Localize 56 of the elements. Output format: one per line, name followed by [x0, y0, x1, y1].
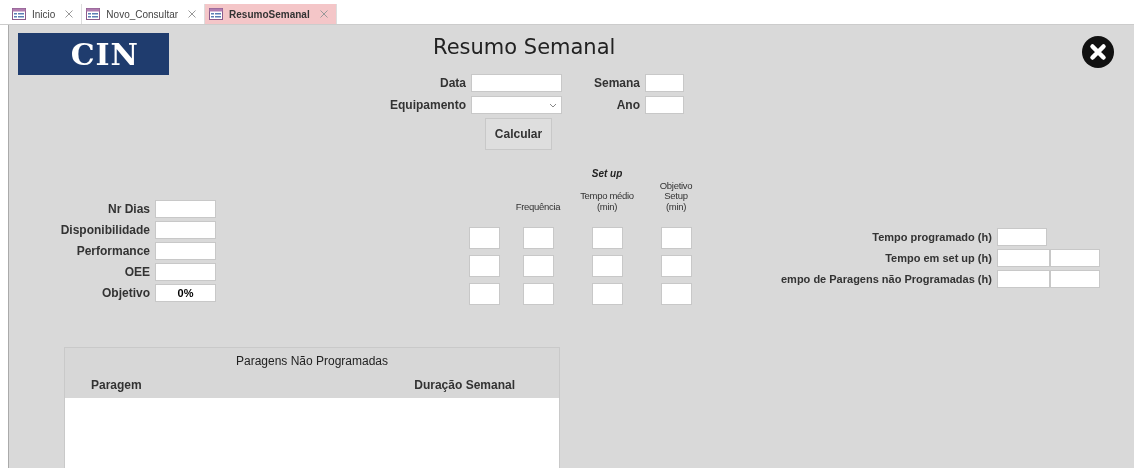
input-field[interactable]	[645, 74, 684, 92]
column-header: Tempo médio (min)	[580, 191, 634, 213]
field-label: OEE	[123, 265, 150, 279]
table-title: Paragens Não Programadas	[234, 354, 390, 368]
input-field[interactable]	[469, 283, 500, 306]
input-field[interactable]	[471, 74, 562, 92]
input-field[interactable]	[155, 200, 216, 218]
document-tab[interactable]: ResumoSemanal	[205, 4, 337, 24]
input-field[interactable]	[522, 255, 554, 278]
input-field[interactable]	[996, 228, 1047, 246]
input-field[interactable]	[1049, 249, 1100, 267]
chevron-icon	[549, 102, 557, 108]
close-icon[interactable]	[1082, 36, 1114, 68]
field-label: Nr Dias	[106, 202, 150, 216]
column-header: Duração Semanal	[414, 378, 515, 392]
field-label: Data	[439, 76, 466, 90]
form-icon	[209, 8, 224, 20]
input-field[interactable]: 0%	[155, 284, 216, 302]
input-field[interactable]	[522, 283, 554, 306]
document-tab[interactable]: Novo_Consultar	[82, 4, 206, 24]
input-field[interactable]	[660, 227, 692, 250]
dropdown-field[interactable]	[471, 96, 562, 114]
field-label: Objetivo	[101, 286, 150, 300]
form-icon	[86, 8, 101, 20]
input-field[interactable]	[155, 263, 216, 281]
input-field[interactable]	[1049, 270, 1100, 288]
calculate-button[interactable]: Calcular	[485, 118, 552, 150]
logo: CIN	[18, 33, 169, 75]
input-field[interactable]	[591, 227, 623, 250]
field-label: Ano	[615, 98, 640, 112]
input-field[interactable]	[645, 96, 684, 114]
column-header: Objetivo Setup (min)	[658, 181, 694, 213]
field-label: Disponibilidade	[59, 223, 150, 237]
input-field[interactable]	[591, 255, 623, 278]
input-field[interactable]	[996, 249, 1050, 267]
input-field[interactable]	[591, 283, 623, 306]
input-field[interactable]	[660, 283, 692, 306]
document-tab[interactable]: Inicio	[8, 4, 83, 24]
field-label: Performance	[75, 244, 150, 258]
field-label: empo de Paragens não Programadas (h)	[781, 273, 992, 285]
form-title: Resumo Semanal	[433, 35, 616, 59]
field-label: Tempo programado (h)	[871, 231, 992, 243]
section-title: Set up	[591, 168, 623, 179]
column-header: Paragem	[91, 378, 142, 392]
column-header: Frequência	[515, 201, 561, 213]
input-field[interactable]	[660, 255, 692, 278]
input-field[interactable]	[155, 242, 216, 260]
input-field[interactable]	[996, 270, 1050, 288]
field-label: Semana	[592, 76, 640, 90]
input-field[interactable]	[469, 255, 500, 278]
form-icon	[12, 8, 26, 20]
input-field[interactable]	[522, 227, 554, 250]
input-field[interactable]	[469, 227, 500, 250]
input-field[interactable]	[155, 221, 216, 239]
field-label: Tempo em set up (h)	[884, 252, 992, 264]
field-label: Equipamento	[389, 98, 466, 112]
